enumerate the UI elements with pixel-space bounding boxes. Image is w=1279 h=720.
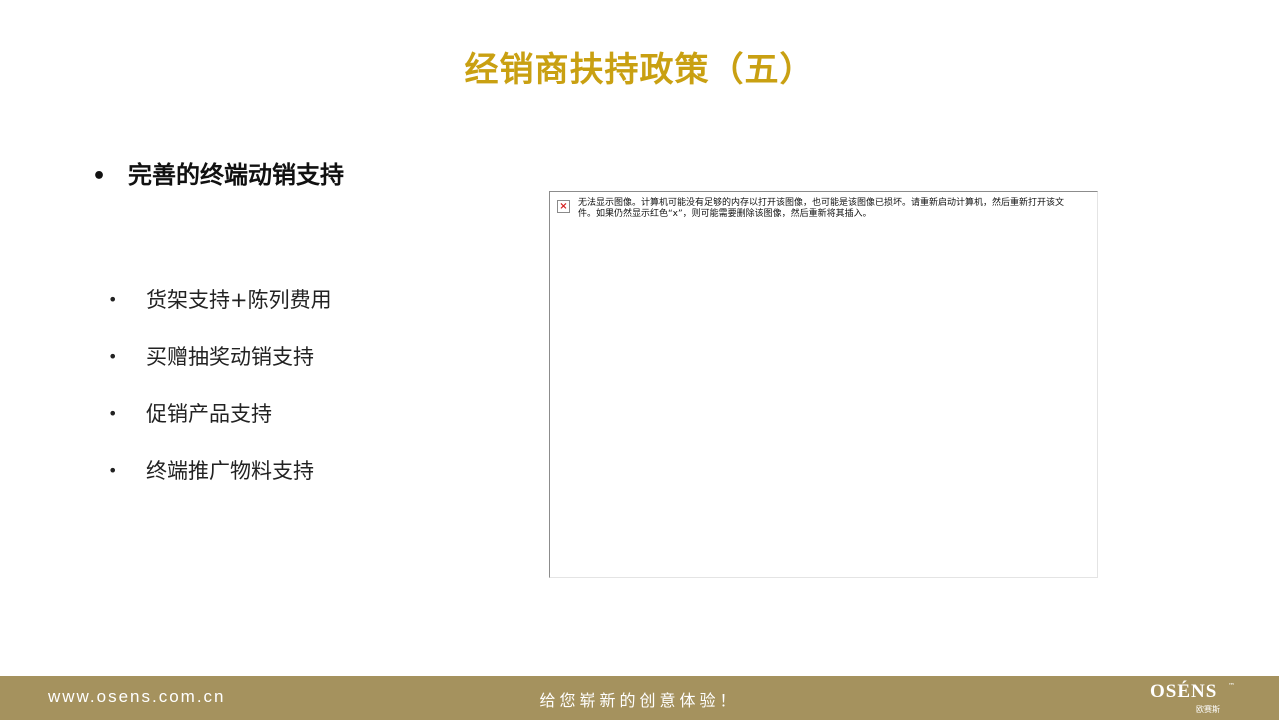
brand-logo: OSÉNS ™ 欧赛斯 bbox=[1150, 682, 1240, 718]
sub-point-text: 买赠抽奖动销支持 bbox=[146, 345, 314, 369]
sub-point-text: 货架支持+陈列费用 bbox=[146, 288, 332, 312]
bullet-icon: • bbox=[108, 290, 118, 309]
list-item: • 买赠抽奖动销支持 bbox=[108, 341, 332, 398]
bullet-icon: • bbox=[92, 164, 107, 189]
sub-point-list: • 货架支持+陈列费用 • 买赠抽奖动销支持 • 促销产品支持 • 终端推广物料支持 bbox=[108, 284, 332, 512]
sub-point-text: 终端推广物料支持 bbox=[146, 459, 314, 483]
list-item: • 货架支持+陈列费用 bbox=[108, 284, 332, 341]
logo-subtext: 欧赛斯 bbox=[1196, 705, 1220, 714]
slide-title: 经销商扶持政策（五） bbox=[464, 50, 815, 90]
bullet-icon: • bbox=[108, 404, 118, 423]
logo-trademark: ™ bbox=[1228, 682, 1235, 690]
main-point: • 完善的终端动销支持 bbox=[92, 155, 344, 190]
broken-image-message: 无法显示图像。计算机可能没有足够的内存以打开该图像，也可能是该图像已损坏。请重新… bbox=[578, 198, 1065, 219]
sub-point-text: 促销产品支持 bbox=[146, 402, 272, 426]
list-item: • 终端推广物料支持 bbox=[108, 455, 332, 512]
footer-bar: www.osens.com.cn 给您崭新的创意体验！ OSÉNS ™ 欧赛斯 bbox=[0, 676, 1279, 720]
broken-image-icon: × bbox=[557, 200, 570, 213]
list-item: • 促销产品支持 bbox=[108, 398, 332, 455]
broken-image-frame: × 无法显示图像。计算机可能没有足够的内存以打开该图像，也可能是该图像已损坏。请… bbox=[549, 191, 1098, 578]
logo-text: OSÉNS bbox=[1150, 681, 1218, 702]
main-point-text: 完善的终端动销支持 bbox=[128, 161, 344, 189]
footer-slogan: 给您崭新的创意体验！ bbox=[539, 691, 740, 710]
bullet-icon: • bbox=[108, 461, 118, 480]
bullet-icon: • bbox=[108, 347, 118, 366]
